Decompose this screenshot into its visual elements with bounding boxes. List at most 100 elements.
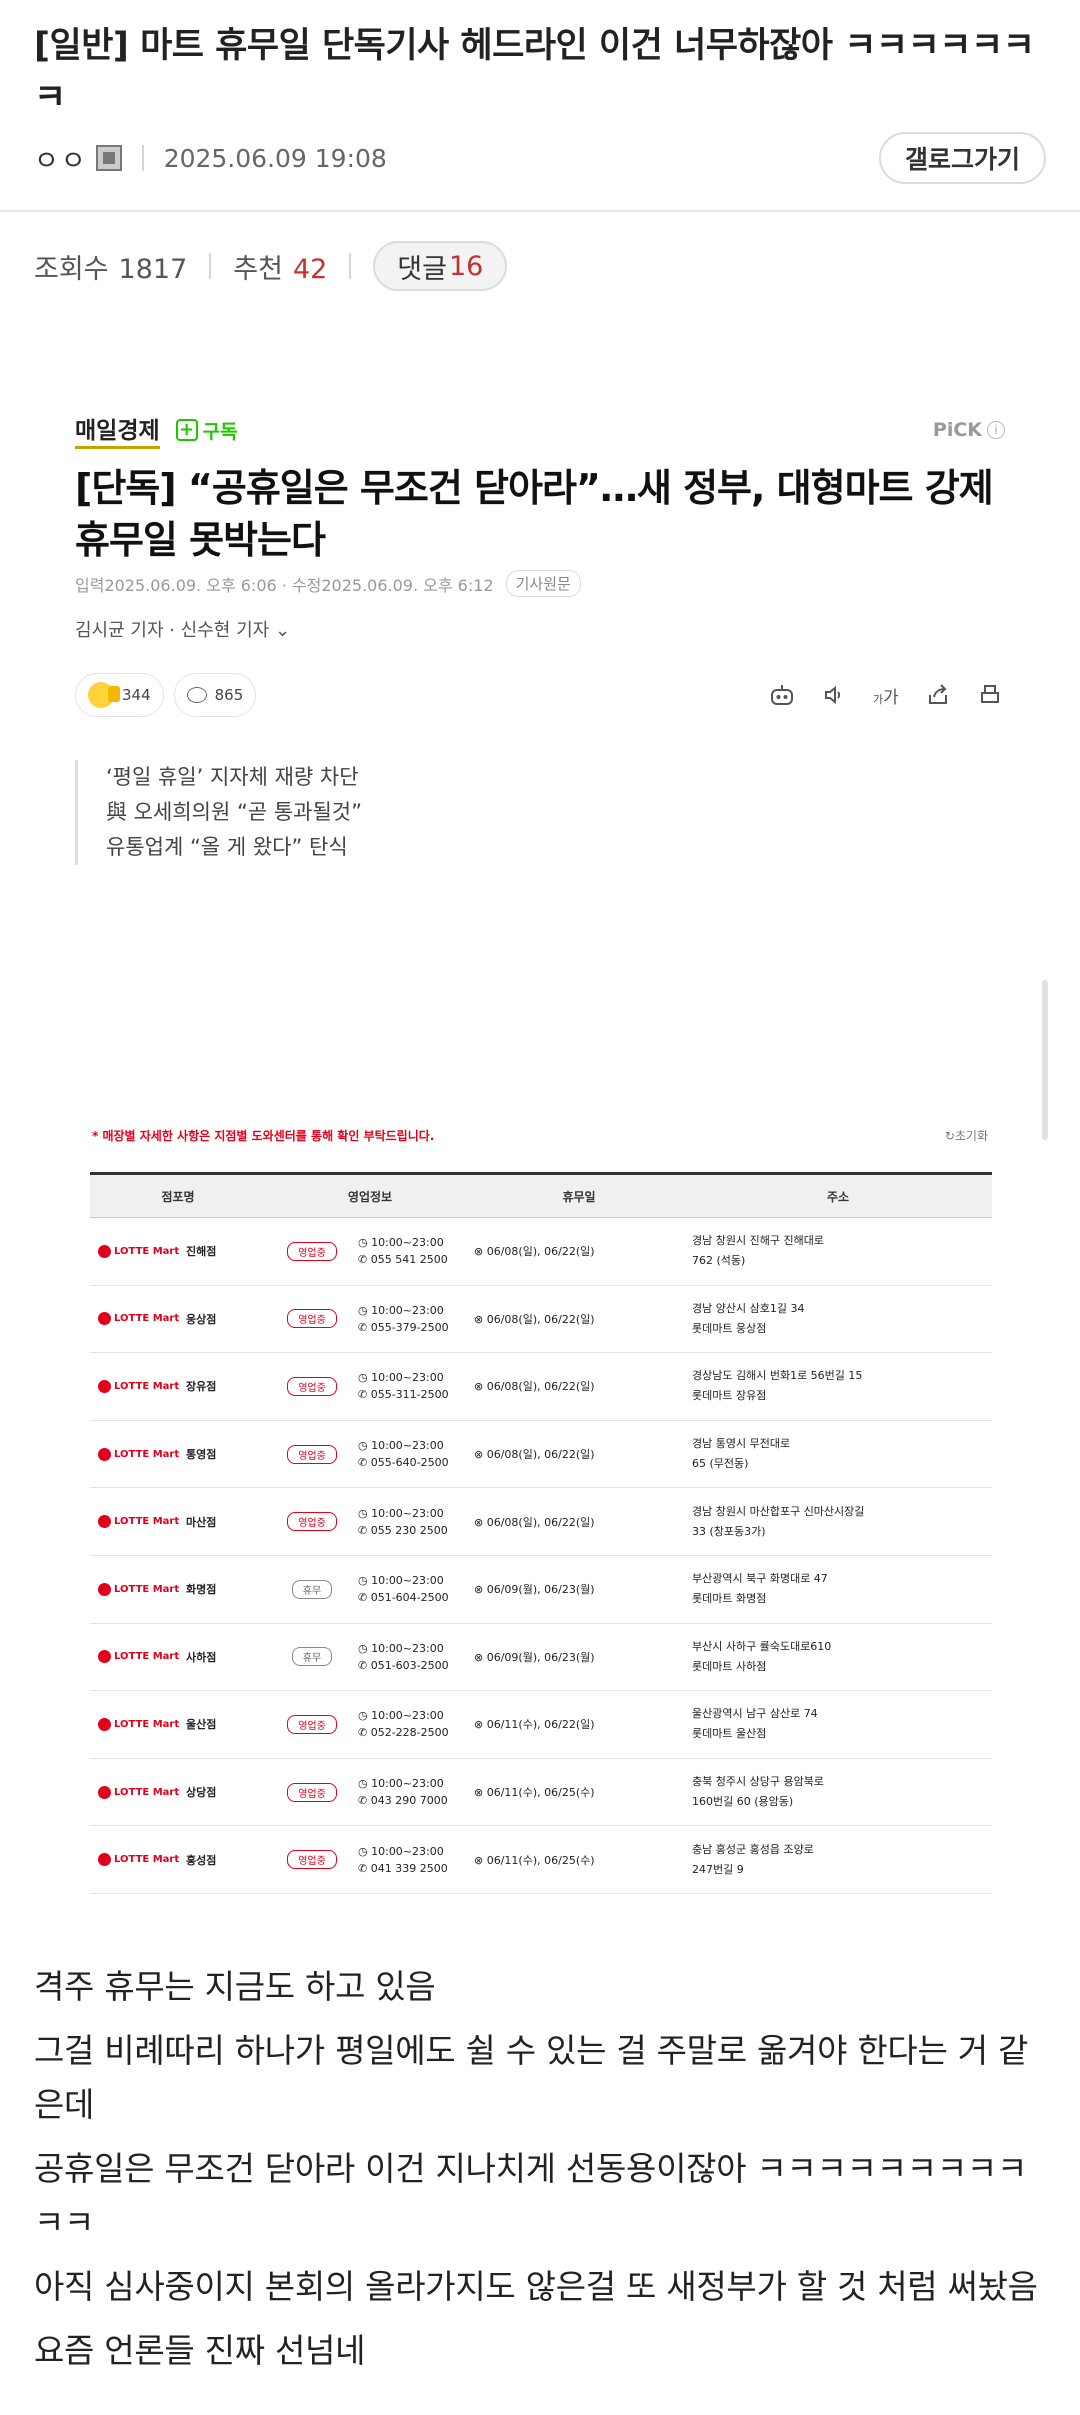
status-cell: 휴무	[266, 1623, 358, 1692]
reaction-emoji-icon	[88, 682, 120, 708]
user-level-icon	[95, 145, 122, 171]
reaction-row: 344 865 가가	[75, 672, 1005, 718]
hours-cell: ◷ 10:00~23:00 ✆ 055-640-2500	[358, 1420, 474, 1489]
body-paragraph: 격주 휴무는 지금도 하고 있음	[34, 1967, 436, 2006]
summary-line: 與 오세희의원 “곧 통과될것”	[106, 800, 362, 824]
table-row: LOTTE Mart 홍성점 영업중 ◷ 10:00~23:00 ✆ 041 339 2…	[90, 1825, 992, 1894]
post-date: 2025.06.09 19:08	[163, 143, 387, 173]
hours-cell: ◷ 10:00~23:00 ✆ 052-228-2500	[358, 1690, 474, 1759]
store-name: 상당점	[186, 1758, 266, 1827]
phone-icon: ✆	[358, 1456, 368, 1470]
hours-cell: ◷ 10:00~23:00 ✆ 051-603-2500	[358, 1623, 474, 1692]
status-cell: 영업중	[266, 1420, 358, 1489]
store-name: 마산점	[186, 1487, 266, 1556]
press-logo: 매일경제	[75, 411, 160, 449]
clock-icon: ◷	[358, 1574, 368, 1588]
hours-cell: ◷ 10:00~23:00 ✆ 055-311-2500	[358, 1352, 474, 1421]
status-cell: 영업중	[266, 1825, 358, 1894]
phone-icon: ✆	[358, 1320, 368, 1334]
clock-icon: ◷	[358, 1439, 368, 1453]
reaction-button: 344	[75, 673, 164, 717]
lotte-mark-icon	[98, 1717, 111, 1731]
holiday-icon: ⊗	[474, 1718, 484, 1732]
scrollbar[interactable]	[1042, 980, 1048, 1140]
lotte-mark-icon	[98, 1447, 111, 1461]
holiday-icon: ⊗	[474, 1380, 484, 1394]
holiday-cell: ⊗ 06/08(일), 06/22(일)	[474, 1420, 684, 1489]
holiday-cell: ⊗ 06/08(일), 06/22(일)	[474, 1352, 684, 1421]
lotte-mark-icon	[98, 1379, 111, 1393]
article-tools: 가가	[767, 680, 1005, 710]
share-icon	[923, 680, 953, 710]
address-cell: 충북 청주시 상당구 용암북로 160번길 60 (용암동)	[684, 1758, 992, 1827]
body-paragraph: 아직 심사중이지 본회의 올라가지도 않은걸 또 새정부가 할 것 처럼 써놨음	[34, 2267, 1038, 2306]
store-name: 장유점	[186, 1352, 266, 1421]
body-paragraph: 공휴일은 무조건 닫아라 이건 지나치게 선동용이잖아 ㅋㅋㅋㅋㅋㅋㅋㅋㅋㅋㅋ	[34, 2149, 1027, 2242]
author-name[interactable]: ㅇㅇ	[34, 139, 88, 178]
table-row: LOTTE Mart 통영점 영업중 ◷ 10:00~23:00 ✆ 055-640-2…	[90, 1420, 992, 1489]
notice-text: * 매장별 자세한 사항은 지점별 도와센터를 통해 확인 부탁드립니다.	[92, 1128, 435, 1143]
lotte-mart-logo: LOTTE Mart	[98, 1312, 186, 1326]
lotte-mark-icon	[98, 1853, 111, 1867]
lotte-mart-logo: LOTTE Mart	[98, 1717, 186, 1731]
lotte-mark-icon	[98, 1650, 111, 1664]
clock-icon: ◷	[358, 1303, 368, 1317]
table-row: LOTTE Mart 상당점 영업중 ◷ 10:00~23:00 ✆ 043 290 7…	[90, 1758, 992, 1827]
holiday-cell: ⊗ 06/09(월), 06/23(월)	[474, 1623, 684, 1692]
address-cell: 울산광역시 남구 삼산로 74 롯데마트 울산점	[684, 1690, 992, 1759]
table-row: LOTTE Mart 마산점 영업중 ◷ 10:00~23:00 ✆ 055 230 2…	[90, 1487, 992, 1556]
brand-cell: LOTTE Mart	[90, 1487, 186, 1556]
address-cell: 경상남도 김해시 번화1로 56번길 15 롯데마트 장유점	[684, 1352, 992, 1421]
col-header-info: 영업정보	[266, 1172, 474, 1218]
print-icon	[975, 680, 1005, 710]
clock-icon: ◷	[358, 1777, 368, 1791]
store-name: 화명점	[186, 1555, 266, 1624]
holiday-icon: ⊗	[474, 1245, 484, 1259]
holiday-cell: ⊗ 06/08(일), 06/22(일)	[474, 1487, 684, 1556]
body-paragraph: 요즘 언론들 진짜 선넘네	[34, 2331, 366, 2370]
store-name: 웅상점	[186, 1285, 266, 1354]
post-body: 격주 휴무는 지금도 하고 있음 그걸 비례따리 하나가 평일에도 쉴 수 있는…	[34, 1960, 1046, 2388]
clock-icon: ◷	[358, 1506, 368, 1520]
lotte-mark-icon	[98, 1312, 111, 1326]
holiday-cell: ⊗ 06/09(월), 06/23(월)	[474, 1555, 684, 1624]
divider	[141, 145, 144, 171]
status-badge: 영업중	[287, 1241, 337, 1261]
speaker-icon	[819, 680, 849, 710]
table-row: LOTTE Mart 울산점 영업중 ◷ 10:00~23:00 ✆ 052-228-2…	[90, 1690, 992, 1759]
font-size-icon: 가가	[871, 680, 901, 710]
status-cell: 영업중	[266, 1352, 358, 1421]
holiday-icon: ⊗	[474, 1448, 484, 1462]
table-row: LOTTE Mart 화명점 휴무 ◷ 10:00~23:00 ✆ 051-604-25…	[90, 1555, 992, 1624]
clock-icon: ◷	[358, 1844, 368, 1858]
clock-icon: ◷	[358, 1371, 368, 1385]
original-article-button: 기사원문	[505, 570, 581, 597]
address-cell: 부산광역시 북구 화명대로 47 롯데마트 화명점	[684, 1555, 992, 1624]
table-header-row: 점포명 영업정보 휴무일 주소	[90, 1172, 992, 1218]
status-cell: 영업중	[266, 1285, 358, 1354]
store-name: 진해점	[186, 1217, 266, 1286]
article-summary: ‘평일 휴일’ 지자체 재량 차단 與 오세희의원 “곧 통과될것” 유통업계 …	[75, 760, 362, 865]
holiday-icon: ⊗	[474, 1786, 484, 1800]
status-cell: 영업중	[266, 1487, 358, 1556]
status-cell: 영업중	[266, 1758, 358, 1827]
status-badge: 영업중	[287, 1782, 337, 1802]
article-comment-button: 865	[173, 673, 257, 717]
post-meta: ㅇㅇ 2025.06.09 19:08 갤로그가기	[34, 132, 1046, 184]
status-badge: 영업중	[287, 1309, 337, 1329]
lotte-mart-logo: LOTTE Mart	[98, 1650, 186, 1664]
gallery-log-button[interactable]: 갤로그가기	[878, 132, 1046, 184]
holiday-icon: ⊗	[474, 1650, 484, 1664]
hours-cell: ◷ 10:00~23:00 ✆ 055 541 2500	[358, 1217, 474, 1286]
store-name: 울산점	[186, 1690, 266, 1759]
hours-cell: ◷ 10:00~23:00 ✆ 043 290 7000	[358, 1758, 474, 1827]
status-badge: 영업중	[287, 1714, 337, 1734]
comments-button[interactable]: 댓글 16	[373, 241, 508, 291]
status-cell: 휴무	[266, 1555, 358, 1624]
brand-cell: LOTTE Mart	[90, 1352, 186, 1421]
post-title: [일반] 마트 휴무일 단독기사 헤드라인 이건 너무하잖아 ㅋㅋㅋㅋㅋㅋㅋ	[34, 26, 1035, 118]
body-paragraph: 그걸 비례따리 하나가 평일에도 쉴 수 있는 걸 주말로 옮겨야 한다는 거 …	[34, 2031, 1029, 2124]
address-cell: 경남 창원시 진해구 진해대로 762 (석동)	[684, 1217, 992, 1286]
reset-button: ↻초기화	[944, 1128, 988, 1143]
lotte-mark-icon	[98, 1582, 111, 1596]
